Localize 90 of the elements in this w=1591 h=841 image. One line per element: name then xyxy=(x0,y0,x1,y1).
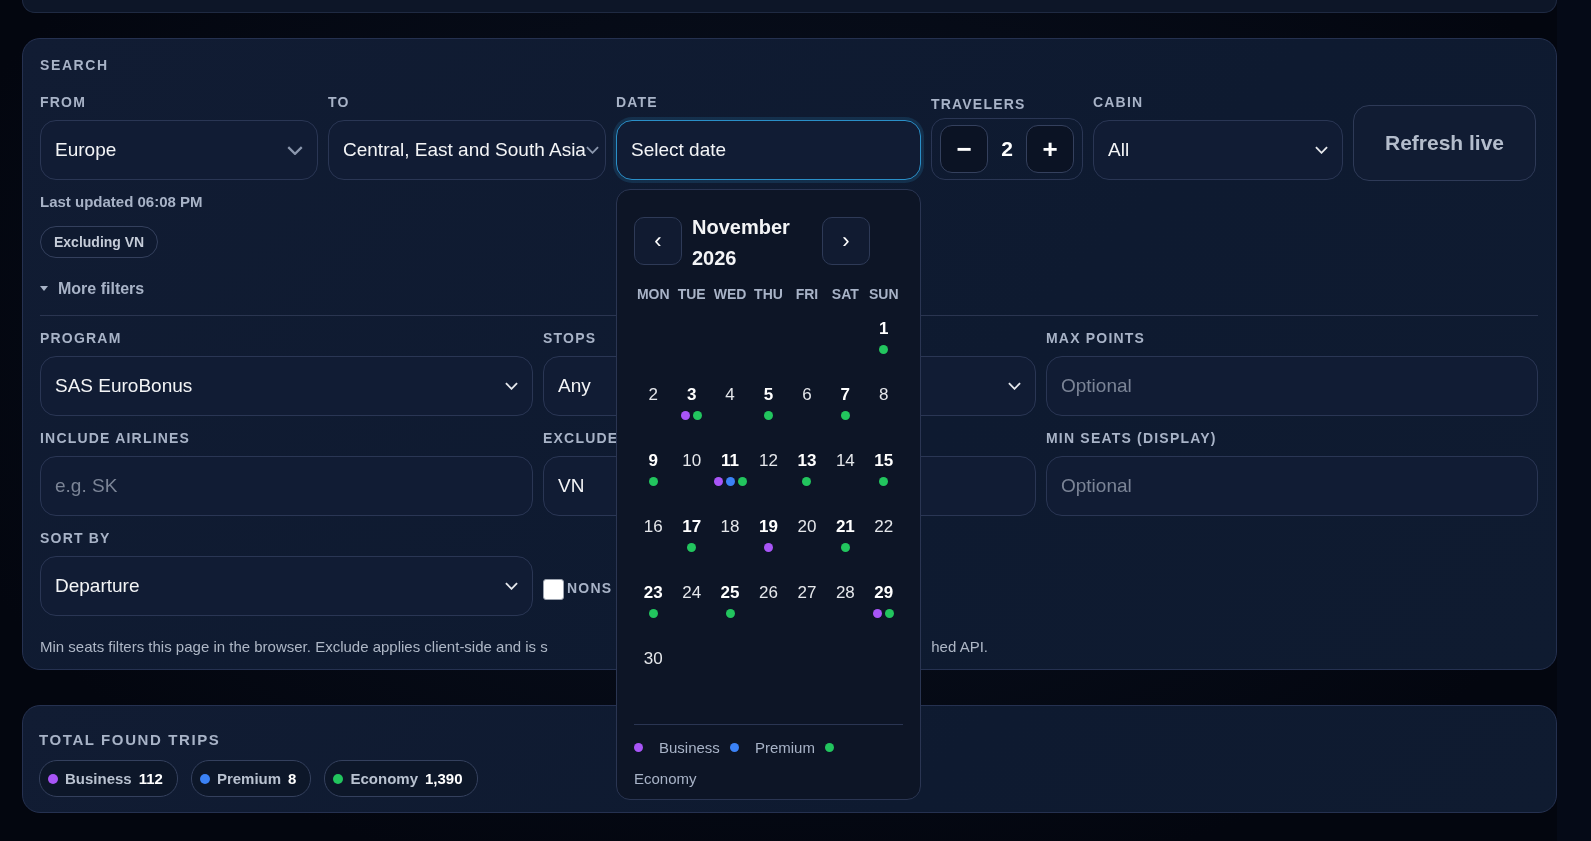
calendar-day[interactable]: 5 xyxy=(763,385,774,405)
from-select[interactable]: Europe xyxy=(40,120,318,180)
increase-button[interactable]: + xyxy=(1026,125,1074,173)
calendar-day[interactable]: 8 xyxy=(879,385,889,405)
calendar-day[interactable]: 6 xyxy=(802,385,812,405)
section-title: SEARCH xyxy=(40,57,109,73)
weekday-label: WED xyxy=(712,286,748,304)
legend-label: Economy xyxy=(634,770,698,787)
cabin-label: Economy xyxy=(350,770,418,787)
calendar-day[interactable]: 21 xyxy=(835,517,855,537)
calendar-day[interactable]: 19 xyxy=(759,517,778,537)
include-airlines-field[interactable]: e.g. SK xyxy=(40,456,533,516)
calendar-day[interactable]: 26 xyxy=(759,583,778,603)
chevron-icon xyxy=(1008,382,1021,390)
calendar-day[interactable]: 16 xyxy=(643,517,663,537)
calendar-day[interactable]: 29 xyxy=(874,583,894,603)
calendar-day[interactable]: 28 xyxy=(835,583,855,603)
chevron-icon xyxy=(585,146,599,154)
field-label: SORT BY xyxy=(40,530,112,546)
calendar-day[interactable]: 7 xyxy=(840,385,851,405)
to-select[interactable]: Central, East and South Asia xyxy=(328,120,606,180)
calendar-day[interactable]: 2 xyxy=(648,385,658,405)
field-label: STOPS xyxy=(543,330,598,346)
field-label: MAX POINTS xyxy=(1046,330,1147,346)
filter-chip[interactable]: Excluding VN xyxy=(40,226,159,258)
calendar-day[interactable]: 15 xyxy=(874,451,894,471)
sort-select[interactable]: Departure xyxy=(40,556,533,616)
section-title: TOTAL FOUND TRIPS xyxy=(39,731,221,748)
weekday-label: SUN xyxy=(868,286,900,304)
refresh-button[interactable]: Refresh live xyxy=(1353,105,1536,181)
min-seats-field[interactable]: Optional xyxy=(1046,456,1538,516)
next-month-button[interactable]: › xyxy=(822,217,870,265)
disclosure-icon xyxy=(40,286,48,292)
month-title: November 2026 xyxy=(692,215,791,271)
field-label: CABIN xyxy=(1093,94,1145,110)
chevron-icon xyxy=(287,145,303,155)
chevron-icon xyxy=(1315,146,1328,154)
calendar-day[interactable]: 25 xyxy=(720,583,740,603)
field-label: INCLUDE AIRLINES xyxy=(40,430,192,446)
calendar-day[interactable]: 30 xyxy=(643,649,663,669)
field-label: TO xyxy=(328,94,351,110)
calendar-day[interactable]: 3 xyxy=(686,385,697,405)
program-select[interactable]: SAS EuroBonus xyxy=(40,356,533,416)
calendar-day[interactable]: 27 xyxy=(797,583,817,603)
calendar-day[interactable]: 1 xyxy=(879,319,889,339)
calendar-day[interactable]: 13 xyxy=(797,451,817,471)
legend-label: Business xyxy=(659,739,720,756)
field-label: PROGRAM xyxy=(40,330,123,346)
nonstop-checkbox[interactable] xyxy=(543,579,564,600)
calendar-day[interactable]: 11 xyxy=(721,451,740,471)
calendar-day[interactable]: 20 xyxy=(797,517,817,537)
calendar-day[interactable]: 10 xyxy=(682,451,702,471)
chevron-icon xyxy=(505,382,518,390)
chevron-icon xyxy=(505,582,518,590)
field-label: FROM xyxy=(40,94,87,110)
weekday-label: TUE xyxy=(676,286,707,304)
more-filters-toggle[interactable]: More filters xyxy=(40,280,145,298)
travelers-count: 2 xyxy=(1001,137,1013,161)
calendar-day[interactable]: 22 xyxy=(874,517,894,537)
calendar-day[interactable]: 17 xyxy=(682,517,702,537)
date-field[interactable]: Select date xyxy=(616,120,921,180)
calendar-day[interactable]: 4 xyxy=(725,385,735,405)
weekday-label: FRI xyxy=(794,286,820,304)
help-text: Min seats filters this page in the browser. Exclude applies client-side and is s xyxy=(40,638,548,655)
calendar-day[interactable]: 23 xyxy=(643,583,663,603)
legend-label: Premium xyxy=(754,739,815,756)
calendar-day[interactable]: 9 xyxy=(648,451,658,471)
calendar-day[interactable]: 24 xyxy=(682,583,702,603)
cabin-label: Premium xyxy=(216,770,282,787)
calendar-day[interactable]: 12 xyxy=(759,451,778,471)
help-text: hed API. xyxy=(931,638,988,655)
cabin-select[interactable]: All xyxy=(1093,120,1343,180)
checkbox-label: NONS xyxy=(567,580,613,596)
weekday-label: THU xyxy=(753,286,784,304)
field-label: TRAVELERS xyxy=(931,96,1027,112)
previous-month-button[interactable]: ‹ xyxy=(634,217,682,265)
trip-count: 1,390 xyxy=(424,770,463,787)
trip-count: 8 xyxy=(288,770,297,787)
decrease-button[interactable]: − xyxy=(940,125,988,173)
calendar-day[interactable]: 18 xyxy=(720,517,740,537)
max-points-field[interactable]: Optional xyxy=(1046,356,1538,416)
last-updated-text: Last updated 06:08 PM xyxy=(40,193,204,210)
calendar-day[interactable]: 14 xyxy=(835,451,855,471)
trip-count: 112 xyxy=(138,770,163,787)
field-label: EXCLUDE xyxy=(543,430,620,446)
field-label: MIN SEATS (DISPLAY) xyxy=(1046,430,1218,446)
field-label: DATE xyxy=(616,94,659,110)
weekday-label: MON xyxy=(635,286,671,304)
cabin-label: Business xyxy=(65,770,132,787)
weekday-label: SAT xyxy=(830,286,860,304)
